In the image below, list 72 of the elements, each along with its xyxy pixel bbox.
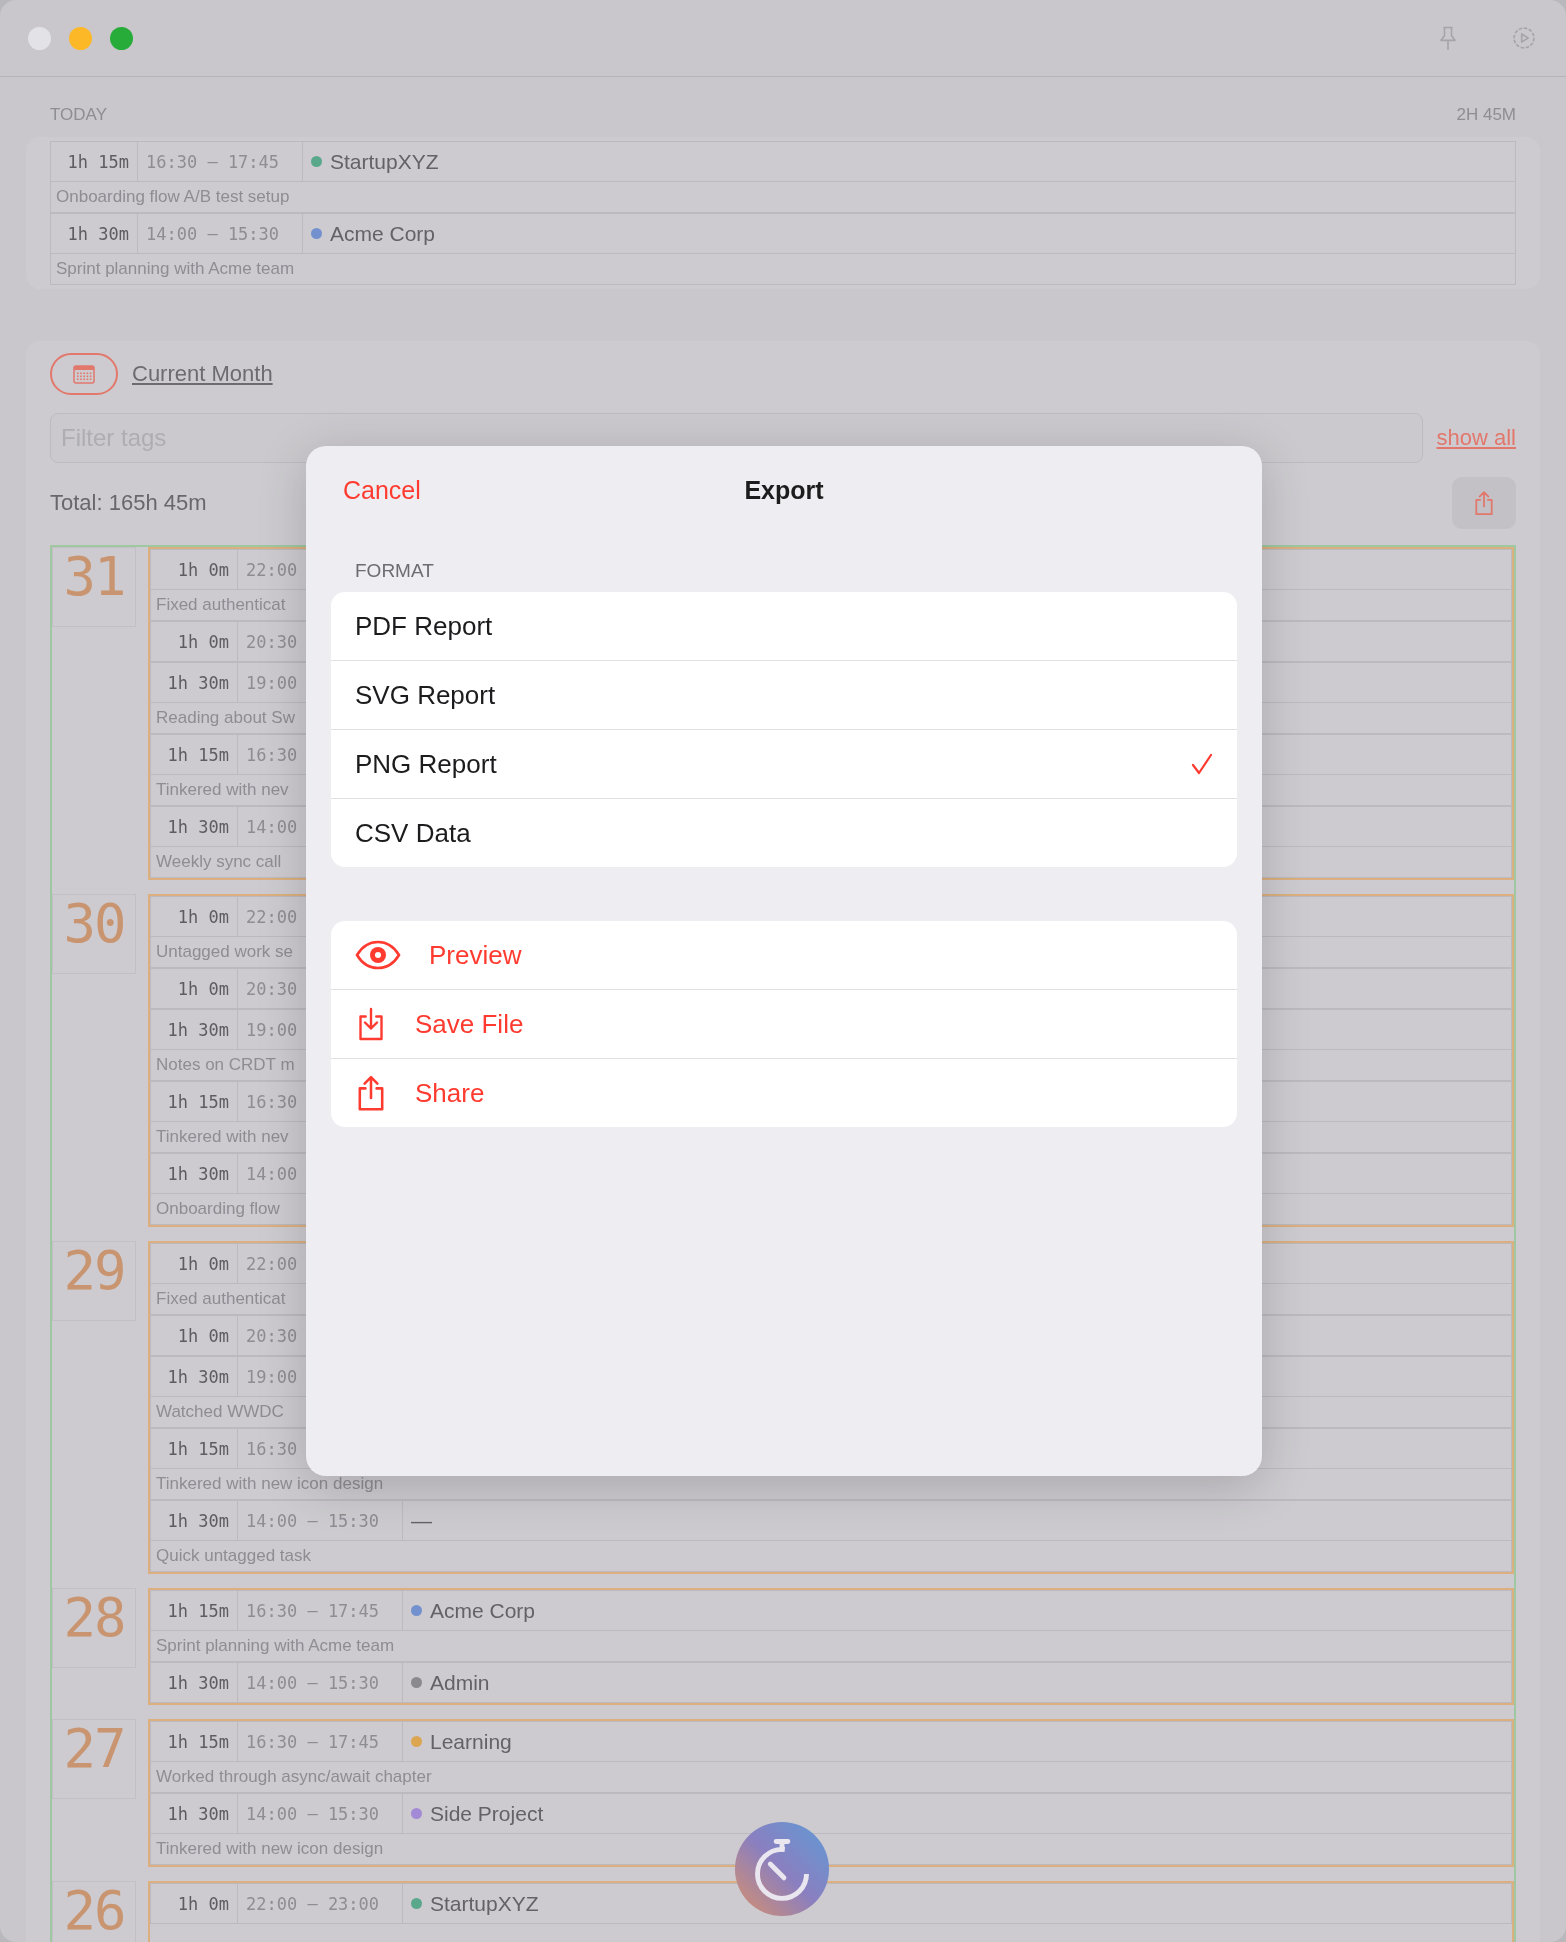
action-option[interactable]: Share [331,1058,1237,1127]
settings-icon[interactable] [1510,24,1538,52]
time-range-cell: 16:30 — 17:45 [238,1591,403,1630]
day-number: 26 [52,1881,136,1942]
duration-cell: 1h 0m [151,897,238,936]
tag-name: Side Project [430,1801,544,1826]
day-number: 28 [52,1588,136,1668]
entry-note: Sprint planning with Acme team [50,254,1516,285]
day-number: 29 [52,1241,136,1321]
close-button[interactable] [28,26,51,50]
format-option[interactable]: PNG Report [331,729,1237,798]
duration-cell: 1h 15m [151,1082,238,1121]
duration-cell: 1h 0m [151,1316,238,1355]
duration-cell: 1h 30m [151,1154,238,1193]
section-title: TODAY [50,105,107,125]
duration-cell: 1h 30m [151,1501,238,1540]
tag-name: Acme Corp [330,221,436,246]
eye-icon [355,939,401,971]
duration-cell: 1h 30m [151,663,238,702]
day-number: 27 [52,1719,136,1799]
duration-cell: 1h 0m [151,622,238,661]
action-option[interactable]: Save File [331,989,1237,1058]
duration-cell: 1h 30m [151,1357,238,1396]
tag-name: — [411,1508,432,1533]
tag-name: StartupXYZ [430,1891,539,1916]
entry-note: Quick untagged task [150,1541,1512,1572]
duration-cell: 1h 0m [151,969,238,1008]
time-range-cell: 14:00 — 15:30 [238,1501,403,1540]
duration-cell: 1h 0m [151,1244,238,1283]
calendar-icon [73,364,95,384]
duration-cell: 1h 30m [151,1010,238,1049]
stopwatch-icon[interactable] [733,1820,831,1918]
duration-cell: 1h 0m [151,550,238,589]
tag-name: Learning [430,1729,512,1754]
month-total: Total: 165h 45m [50,490,207,516]
time-range-cell: 14:00 — 15:30 [138,214,303,253]
show-all-link[interactable]: show all [1436,425,1516,451]
format-option[interactable]: SVG Report [331,660,1237,729]
time-range-cell: 16:30 — 17:45 [238,1722,403,1761]
share-icon [1473,489,1495,517]
tag-name: StartupXYZ [330,149,439,174]
duration-cell: 1h 15m [151,735,238,774]
total-duration: 2H 45M [1456,105,1516,125]
duration-cell: 1h 30m [151,1663,238,1702]
duration-cell: 1h 15m [151,1591,238,1630]
duration-cell: 1h 15m [151,1722,238,1761]
day-number: 31 [52,547,136,627]
entry-note: Onboarding flow A/B test setup [50,182,1516,213]
duration-cell: 1h 30m [151,807,238,846]
format-option[interactable]: CSV Data [331,798,1237,867]
time-range-cell: 14:00 — 15:30 [238,1663,403,1702]
duration-cell: 1h 30m [151,1794,238,1833]
time-range-cell: 22:00 — 23:00 [238,1884,403,1923]
period-link[interactable]: Current Month [132,361,273,387]
entry-note: Worked through async/await chapter [150,1762,1512,1793]
dialog-title: Export [744,475,824,505]
checkmark-icon [1191,753,1213,775]
export-button[interactable] [1452,477,1516,529]
entry-note: Sprint planning with Acme team [150,1631,1512,1662]
zoom-button[interactable] [110,26,133,50]
duration-cell: 1h 15m [151,1429,238,1468]
duration-cell: 1h 15m [51,142,138,181]
minimize-button[interactable] [69,26,92,50]
day-number: 30 [52,894,136,974]
tag-name: Admin [430,1670,490,1695]
calendar-button[interactable] [50,353,118,395]
tag-name: Acme Corp [430,1598,536,1623]
duration-cell: 1h 0m [151,1884,238,1923]
time-range-cell: 14:00 — 15:30 [238,1794,403,1833]
cancel-button[interactable]: Cancel [343,475,421,505]
duration-cell: 1h 30m [51,214,138,253]
time-range-cell: 16:30 — 17:45 [138,142,303,181]
